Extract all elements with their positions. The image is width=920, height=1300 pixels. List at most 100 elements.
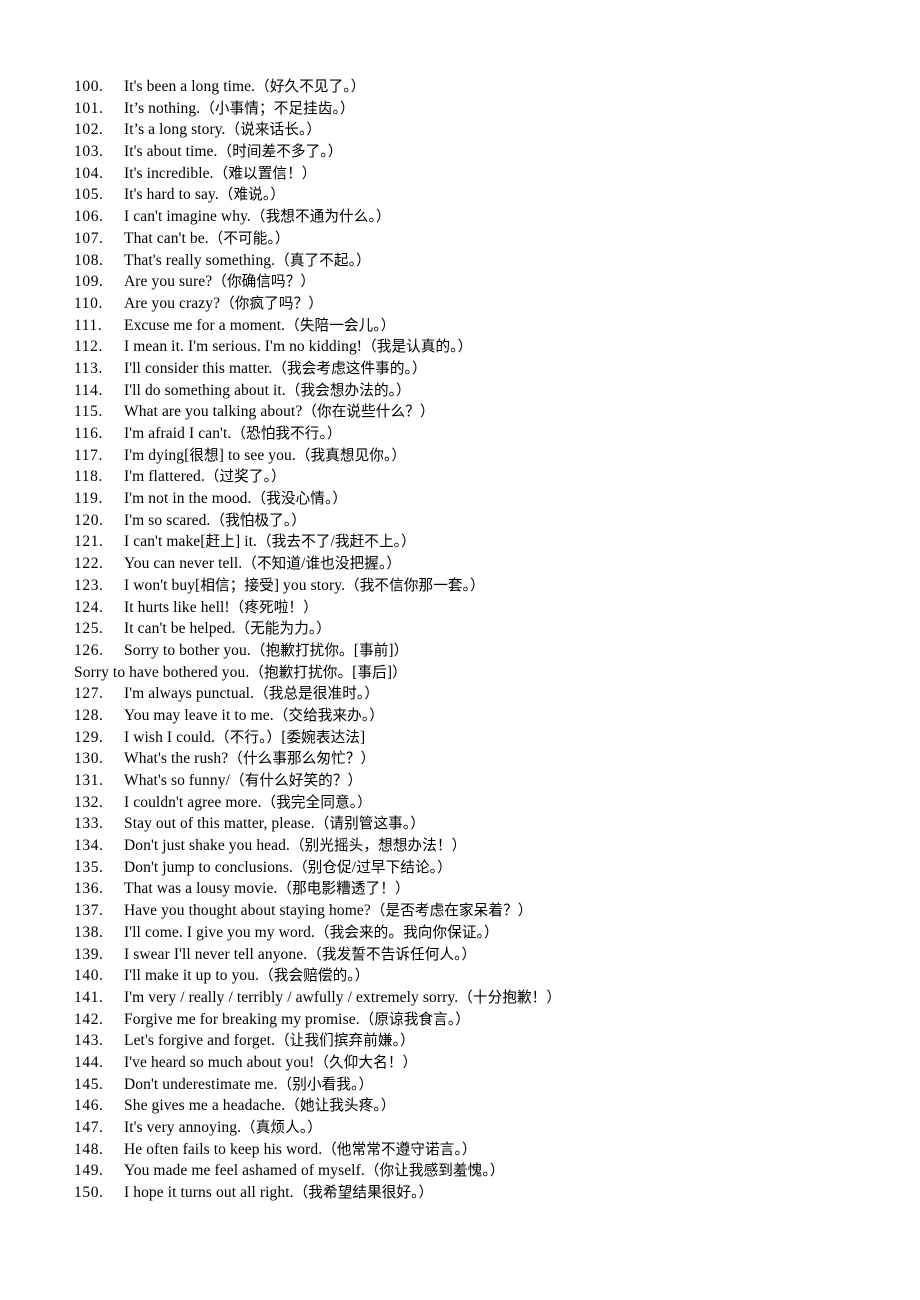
chinese-gloss: （我希望结果很好。）: [293, 1184, 434, 1202]
chinese-gloss: （无能为力。）: [235, 620, 331, 638]
phrase-text: You made me feel ashamed of myself.（你让我感…: [124, 1162, 505, 1180]
chinese-gloss: （我会想办法的。）: [285, 381, 411, 399]
phrase-row: 119. I'm not in the mood.（我没心情。）: [74, 488, 874, 510]
phrase-text: I mean it. I'm serious. I'm no kidding!（…: [124, 338, 473, 356]
phrase-text: I'll make it up to you.（我会赔偿的。）: [124, 967, 370, 985]
chinese-gloss: 事后: [357, 663, 387, 681]
phrase-text: Let's forgive and forget.（让我们摈弃前嫌。）: [124, 1032, 415, 1050]
phrase-row: 123. I won't buy[相信；接受] you story.（我不信你那一…: [74, 575, 874, 597]
phrase-number: 123.: [74, 576, 104, 594]
chinese-gloss: （我不信你那一套。）: [345, 576, 485, 594]
phrase-row: 120. I'm so scared.（我怕极了。）: [74, 510, 874, 532]
phrase-row: 138. I'll come. I give you my word.（我会来的。…: [74, 922, 874, 944]
phrase-text: Sorry to bother you.（抱歉打扰你。[事前]）: [124, 641, 409, 659]
chinese-gloss: （我发誓不告诉任何人。）: [307, 945, 477, 963]
phrase-continuation-row: Sorry to have bothered you.（抱歉打扰你。[事后]）: [74, 662, 874, 684]
phrase-row: 115. What are you talking about?（你在说些什么？）: [74, 401, 874, 423]
phrase-text: It's very annoying.（真烦人。）: [124, 1119, 322, 1136]
phrase-row: 134. Don't just shake you head.（别光摇头，想想办法…: [74, 835, 874, 857]
chinese-gloss: 事前: [358, 641, 389, 659]
chinese-gloss: （那电影糟透了！）: [277, 880, 410, 898]
phrase-text: I'm flattered.（过奖了。）: [124, 468, 286, 486]
phrase-row: 136. That was a lousy movie.（那电影糟透了！）: [74, 878, 874, 900]
phrase-text: I'll consider this matter.（我会考虑这件事的。）: [124, 359, 427, 377]
chinese-gloss: （难以置信！）: [213, 164, 317, 182]
phrase-number: 139.: [74, 945, 104, 963]
phrase-row: 143. Let's forgive and forget.（让我们摈弃前嫌。）: [74, 1030, 874, 1052]
phrase-number: 147.: [74, 1119, 104, 1136]
phrase-number: 129.: [74, 728, 104, 746]
phrase-number: 118.: [74, 468, 103, 486]
phrase-row: 126. Sorry to bother you.（抱歉打扰你。[事前]）: [74, 640, 874, 662]
chinese-gloss: 谁也没把握。）: [305, 555, 402, 573]
chinese-gloss: （原谅我食言。）: [359, 1010, 470, 1028]
phrase-row: 131. What's so funny/（有什么好笑的？）: [74, 770, 874, 792]
phrase-text: What are you talking about?（你在说些什么？）: [124, 403, 435, 421]
phrase-number: 133.: [74, 815, 104, 833]
phrase-number: 149.: [74, 1162, 104, 1180]
phrase-number: 145.: [74, 1075, 104, 1093]
chinese-gloss: （真了不起。）: [275, 251, 371, 269]
phrase-text: I can't make[赶上] it.（我去不了/我赶不上。）: [124, 533, 416, 551]
phrase-text: Are you crazy?（你疯了吗？）: [124, 294, 323, 312]
phrase-number: 121.: [74, 533, 104, 551]
phrase-text: Have you thought about staying home?（是否考…: [124, 902, 533, 920]
phrase-number: 110.: [74, 294, 103, 312]
phrase-number: 141.: [74, 988, 104, 1006]
phrase-number: 115.: [74, 403, 103, 421]
phrase-number: 125.: [74, 620, 104, 638]
phrase-row: 150. I hope it turns out all right.（我希望结果…: [74, 1182, 874, 1204]
phrase-text: What's the rush?（什么事那么匆忙？）: [124, 750, 376, 768]
phrase-text: I'm not in the mood.（我没心情。）: [124, 490, 348, 508]
phrase-list: 100. It's been a long time.（好久不见了。） 101. It…: [74, 76, 874, 1204]
phrase-row: 110. Are you crazy?（你疯了吗？）: [74, 293, 874, 315]
phrase-row: 118. I'm flattered.（过奖了。）: [74, 466, 874, 488]
phrase-number: 101.: [74, 99, 104, 117]
phrase-row: 117. I'm dying[很想] to see you.（我真想见你。）: [74, 445, 874, 467]
phrase-text: Don't just shake you head.（别光摇头，想想办法！）: [124, 837, 467, 855]
chinese-gloss: （我怕极了。）: [210, 511, 306, 529]
phrase-text: I wish I could.（不行。）[委婉表达法]: [124, 728, 366, 746]
chinese-gloss: （她让我头疼。）: [285, 1097, 396, 1115]
phrase-row: 104. It's incredible.（难以置信！）: [74, 163, 874, 185]
phrase-number: 105.: [74, 186, 104, 204]
phrase-number: 135.: [74, 858, 104, 876]
phrase-text: It's incredible.（难以置信！）: [124, 164, 317, 182]
phrase-number: 143.: [74, 1032, 104, 1050]
chinese-gloss: （好久不见了。）: [255, 78, 366, 95]
chinese-gloss: （我真想见你。）: [295, 446, 407, 464]
chinese-gloss: （你让我感到羞愧。）: [364, 1162, 505, 1180]
phrase-text: That can't be.（不可能。）: [124, 229, 290, 247]
phrase-row: 124. It hurts like hell!（疼死啦！）: [74, 597, 874, 619]
phrase-row: 112. I mean it. I'm serious. I'm no kiddi…: [74, 336, 874, 358]
phrase-text: It's hard to say.（难说。）: [124, 186, 285, 204]
phrase-row: 129. I wish I could.（不行。）[委婉表达法]: [74, 727, 874, 749]
chinese-gloss: （小事情；不足挂齿。）: [200, 99, 355, 117]
phrase-number: 112.: [74, 338, 103, 356]
phrase-text: I hope it turns out all right.（我希望结果很好。）: [124, 1184, 434, 1202]
phrase-number: 137.: [74, 902, 104, 920]
phrase-number: 108.: [74, 251, 104, 269]
phrase-row: 128. You may leave it to me.（交给我来办。）: [74, 705, 874, 727]
phrase-number: 146.: [74, 1097, 104, 1115]
chinese-gloss: （真烦人。）: [241, 1119, 322, 1136]
phrase-text: That's really something.（真了不起。）: [124, 251, 371, 269]
chinese-gloss: （你在说些什么？）: [302, 403, 435, 421]
chinese-gloss: （什么事那么匆忙？）: [228, 750, 376, 768]
phrase-row: 146. She gives me a headache.（她让我头疼。）: [74, 1095, 874, 1117]
chinese-gloss: 很想: [189, 446, 219, 464]
phrase-row: 102. It’s a long story.（说来话长。）: [74, 119, 874, 141]
chinese-gloss: （疼死啦！）: [229, 598, 318, 616]
chinese-gloss: 委婉表达法: [286, 728, 360, 746]
chinese-gloss: （恐怕我不行。）: [231, 425, 342, 442]
phrase-number: 142.: [74, 1010, 104, 1028]
phrase-number: 122.: [74, 555, 104, 573]
phrase-row: 105. It's hard to say.（难说。）: [74, 184, 874, 206]
chinese-gloss: （不行。）: [215, 728, 282, 746]
phrase-number: 102.: [74, 121, 104, 139]
chinese-gloss: （我总是很准时。）: [254, 685, 380, 703]
phrase-number: 113.: [74, 359, 103, 377]
phrase-number: 100.: [74, 78, 104, 95]
phrase-row: 101. It’s nothing.（小事情；不足挂齿。）: [74, 98, 874, 120]
phrase-number: 138.: [74, 923, 104, 941]
